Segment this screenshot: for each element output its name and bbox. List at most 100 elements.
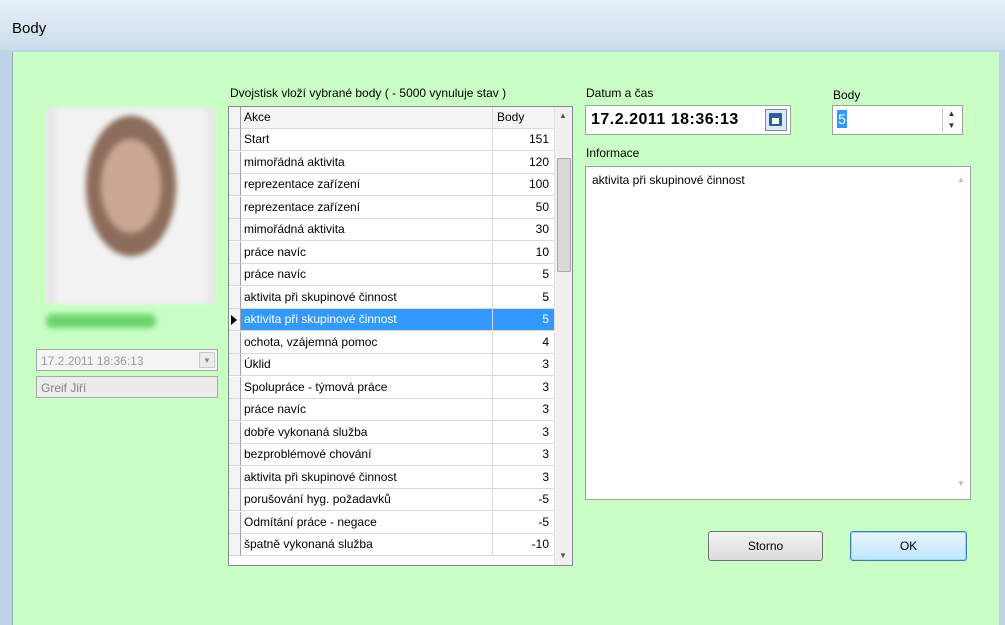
info-scrollbar[interactable]: ▲ ▼ — [953, 167, 970, 499]
cell-points[interactable]: -10 — [493, 534, 556, 556]
cell-action[interactable]: Spolupráce - týmová práce — [241, 376, 493, 399]
actions-grid[interactable]: Akce Body Start 151 mimořádná aktivita 120 r… — [228, 106, 573, 566]
row-selector[interactable] — [229, 421, 241, 444]
cell-action[interactable]: práce navíc — [241, 241, 493, 264]
cell-points[interactable]: 30 — [493, 219, 556, 241]
cell-action[interactable]: Odmítání práce - negace — [241, 511, 493, 534]
table-row[interactable]: bezproblémové chování 3 — [229, 444, 556, 466]
cell-points[interactable]: 5 — [493, 264, 556, 286]
cell-action[interactable]: Start — [241, 129, 493, 151]
row-selector[interactable] — [229, 286, 241, 309]
row-selector[interactable] — [229, 241, 241, 264]
table-row[interactable]: aktivita při skupinové činnost 5 — [229, 286, 556, 309]
title-bar[interactable]: Body — [0, 0, 1005, 50]
grid-scrollbar[interactable]: ▲ ▼ — [554, 107, 572, 565]
row-selector[interactable] — [229, 444, 241, 466]
row-selector[interactable] — [229, 309, 241, 331]
row-selector[interactable] — [229, 151, 241, 174]
stepper-buttons[interactable]: ▲ ▼ — [942, 108, 960, 132]
table-row[interactable]: porušování hyg. požadavků -5 — [229, 489, 556, 511]
cell-action[interactable]: práce navíc — [241, 399, 493, 421]
cell-action[interactable]: aktivita při skupinové činnost — [241, 466, 493, 489]
cell-points[interactable]: 3 — [493, 354, 556, 376]
row-selector[interactable] — [229, 174, 241, 196]
cell-points[interactable]: 3 — [493, 444, 556, 466]
table-row[interactable]: ochota, vzájemná pomoc 4 — [229, 331, 556, 354]
cell-points[interactable]: 5 — [493, 286, 556, 309]
row-selector[interactable] — [229, 264, 241, 286]
row-selector[interactable] — [229, 489, 241, 511]
points-value[interactable]: 5 — [837, 110, 847, 128]
cell-action[interactable]: aktivita při skupinové činnost — [241, 286, 493, 309]
table-row[interactable]: Spolupráce - týmová práce 3 — [229, 376, 556, 399]
info-scroll-down-icon[interactable]: ▼ — [957, 479, 965, 488]
row-selector[interactable] — [229, 534, 241, 556]
datetime-value[interactable]: 17.2.2011 18:36:13 — [591, 111, 739, 129]
chevron-down-icon[interactable]: ▼ — [199, 352, 215, 368]
cell-points[interactable]: 100 — [493, 174, 556, 196]
cell-points[interactable]: 3 — [493, 421, 556, 444]
datetime-combo[interactable]: 17.2.2011 18:36:13 ▼ — [36, 349, 218, 371]
cell-action[interactable]: mimořádná aktivita — [241, 219, 493, 241]
row-selector[interactable] — [229, 219, 241, 241]
cell-points[interactable]: 10 — [493, 241, 556, 264]
stepper-up-icon[interactable]: ▲ — [943, 108, 960, 120]
column-header-body[interactable]: Body — [493, 107, 556, 129]
table-row[interactable]: dobře vykonaná služba 3 — [229, 421, 556, 444]
cancel-button[interactable]: Storno — [708, 531, 823, 561]
cell-action[interactable]: špatně vykonaná služba — [241, 534, 493, 556]
info-scroll-up-icon[interactable]: ▲ — [957, 175, 965, 184]
row-selector[interactable] — [229, 331, 241, 354]
cell-points[interactable]: 151 — [493, 129, 556, 151]
scroll-thumb[interactable] — [557, 158, 571, 272]
cell-points[interactable]: -5 — [493, 489, 556, 511]
ok-button[interactable]: OK — [850, 531, 967, 561]
table-row[interactable]: práce navíc 10 — [229, 241, 556, 264]
cell-action[interactable]: reprezentace zařízení — [241, 174, 493, 196]
cell-points[interactable]: 5 — [493, 309, 556, 331]
table-row[interactable]: reprezentace zařízení 50 — [229, 196, 556, 219]
cell-action[interactable]: dobře vykonaná služba — [241, 421, 493, 444]
cell-action[interactable]: aktivita při skupinové činnost — [241, 309, 493, 331]
cell-points[interactable]: 3 — [493, 399, 556, 421]
row-selector[interactable] — [229, 196, 241, 219]
table-row[interactable]: aktivita při skupinové činnost 5 — [229, 309, 556, 331]
table-row[interactable]: reprezentace zařízení 100 — [229, 174, 556, 196]
table-row[interactable]: Start 151 — [229, 129, 556, 151]
table-row[interactable]: práce navíc 5 — [229, 264, 556, 286]
row-selector[interactable] — [229, 511, 241, 534]
cell-action[interactable]: ochota, vzájemná pomoc — [241, 331, 493, 354]
cell-action[interactable]: reprezentace zařízení — [241, 196, 493, 219]
calendar-button[interactable] — [765, 109, 787, 131]
cell-points[interactable]: -5 — [493, 511, 556, 534]
table-row[interactable]: aktivita při skupinové činnost 3 — [229, 466, 556, 489]
stepper-down-icon[interactable]: ▼ — [943, 120, 960, 132]
row-selector[interactable] — [229, 354, 241, 376]
cell-action[interactable]: mimořádná aktivita — [241, 151, 493, 174]
table-row[interactable]: práce navíc 3 — [229, 399, 556, 421]
table-row[interactable]: Odmítání práce - negace -5 — [229, 511, 556, 534]
row-selector[interactable] — [229, 466, 241, 489]
column-header-akce[interactable]: Akce — [241, 107, 493, 129]
datetime-picker[interactable]: 17.2.2011 18:36:13 — [585, 105, 791, 135]
cell-points[interactable]: 3 — [493, 376, 556, 399]
cell-points[interactable]: 120 — [493, 151, 556, 174]
row-selector[interactable] — [229, 399, 241, 421]
table-row[interactable]: mimořádná aktivita 120 — [229, 151, 556, 174]
table-row[interactable]: špatně vykonaná služba -10 — [229, 534, 556, 556]
table-row[interactable]: mimořádná aktivita 30 — [229, 219, 556, 241]
cell-action[interactable]: porušování hyg. požadavků — [241, 489, 493, 511]
cell-action[interactable]: práce navíc — [241, 264, 493, 286]
cell-points[interactable]: 50 — [493, 196, 556, 219]
scroll-up-icon[interactable]: ▲ — [559, 111, 567, 120]
cell-points[interactable]: 4 — [493, 331, 556, 354]
cell-points[interactable]: 3 — [493, 466, 556, 489]
scroll-down-icon[interactable]: ▼ — [559, 551, 567, 560]
info-textarea[interactable]: aktivita při skupinové činnost ▲ ▼ — [585, 166, 971, 500]
row-selector[interactable] — [229, 376, 241, 399]
table-row[interactable]: Úklid 3 — [229, 354, 556, 376]
cell-action[interactable]: bezproblémové chování — [241, 444, 493, 466]
points-stepper[interactable]: 5 ▲ ▼ — [832, 105, 963, 135]
row-selector[interactable] — [229, 129, 241, 151]
cell-action[interactable]: Úklid — [241, 354, 493, 376]
